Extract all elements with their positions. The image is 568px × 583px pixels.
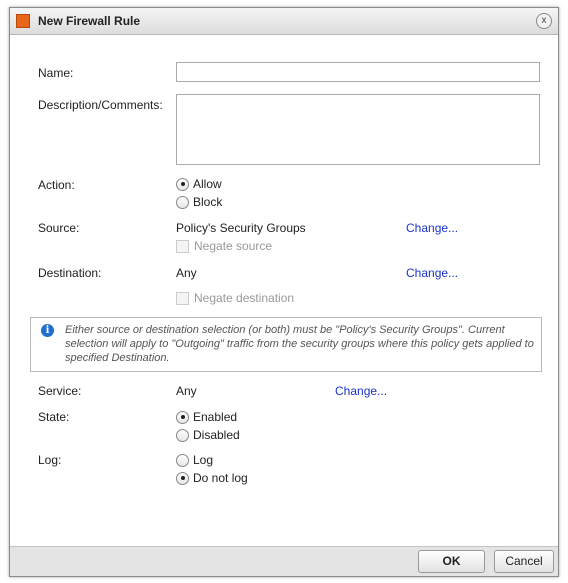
negate-source-option[interactable]: Negate source [176,239,272,253]
action-block-option[interactable]: Block [176,195,222,209]
description-label: Description/Comments: [38,98,163,112]
dialog-footer: OK Cancel [10,546,558,576]
do-not-log-option[interactable]: Do not log [176,471,248,485]
description-textarea[interactable] [176,94,540,165]
log-radio[interactable] [176,453,189,467]
log-label: Log: [38,453,62,467]
source-label: Source: [38,221,80,235]
action-block-label: Block [193,195,223,209]
service-label: Service: [38,384,82,398]
do-not-log-label: Do not log [193,471,248,485]
action-allow-radio[interactable] [176,177,189,191]
destination-label: Destination: [38,266,102,280]
info-icon: i [41,324,54,337]
ok-button[interactable]: OK [418,550,485,573]
destination-change-link[interactable]: Change... [406,266,458,280]
dialog-title: New Firewall Rule [38,14,141,28]
state-disabled-option[interactable]: Disabled [176,428,240,442]
state-enabled-label: Enabled [193,410,238,424]
log-option[interactable]: Log [176,453,213,467]
service-change-link[interactable]: Change... [335,384,387,398]
state-label: State: [38,410,70,424]
action-allow-option[interactable]: Allow [176,177,222,191]
negate-destination-checkbox[interactable] [176,291,189,305]
action-label: Action: [38,178,75,192]
negate-destination-option[interactable]: Negate destination [176,291,294,305]
source-change-link[interactable]: Change... [406,221,458,235]
cancel-button[interactable]: Cancel [494,550,554,573]
info-text: Either source or destination selection (… [65,324,534,364]
state-enabled-option[interactable]: Enabled [176,410,237,424]
name-input[interactable] [176,62,540,82]
state-enabled-radio[interactable] [176,410,189,424]
action-block-radio[interactable] [176,195,189,209]
action-allow-label: Allow [193,177,222,191]
firewall-icon [16,14,30,28]
name-label: Name: [38,66,74,80]
log-option-label: Log [193,453,214,467]
state-disabled-label: Disabled [193,428,240,442]
negate-source-checkbox[interactable] [176,239,189,253]
do-not-log-radio[interactable] [176,471,189,485]
new-firewall-rule-dialog: New Firewall Rule x Name: Description/Co… [9,7,559,577]
info-box: i Either source or destination selection… [30,317,542,372]
service-value: Any [176,384,197,398]
negate-source-label: Negate source [194,239,273,253]
close-button[interactable]: x [536,13,552,29]
destination-value: Any [176,266,197,280]
dialog-titlebar: New Firewall Rule x [10,8,558,35]
source-value: Policy's Security Groups [176,221,306,235]
negate-destination-label: Negate destination [194,291,295,305]
state-disabled-radio[interactable] [176,428,189,442]
